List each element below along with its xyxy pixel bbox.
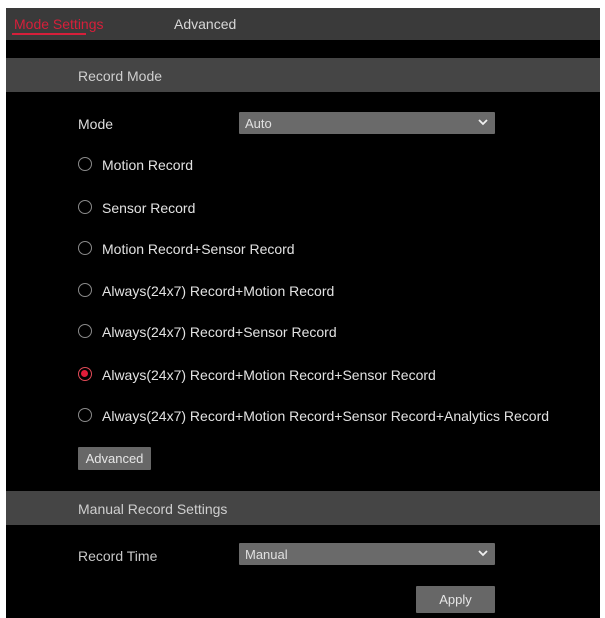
tab-mode-settings[interactable]: Mode Settings [14,16,104,32]
record-time-select[interactable]: Manual [239,543,495,565]
radio-button[interactable] [78,324,92,338]
active-tab-indicator [12,33,86,35]
record-mode-title: Record Mode [78,68,163,84]
manual-record-header: Manual Record Settings [6,491,600,525]
record-mode-option-label: Always(24x7) Record+Motion Record [102,283,335,299]
record-mode-option-label: Motion Record+Sensor Record [102,241,295,257]
radio-button[interactable] [78,157,92,171]
record-mode-option-label: Always(24x7) Record+Motion Record+Sensor… [102,367,436,383]
apply-button[interactable]: Apply [416,586,495,613]
radio-button[interactable] [78,241,92,255]
record-mode-header: Record Mode [6,58,600,92]
radio-button[interactable] [78,200,92,214]
record-time-label: Record Time [78,548,158,564]
record-mode-option-label: Motion Record [102,157,194,173]
mode-label: Mode [78,116,114,132]
manual-record-title: Manual Record Settings [78,501,228,517]
chevron-down-icon [478,550,488,557]
chevron-down-icon [478,119,488,126]
advanced-button[interactable]: Advanced [78,447,151,470]
record-time-select-value: Manual [245,547,288,562]
record-mode-option-label: Always(24x7) Record+Sensor Record [102,324,337,340]
record-mode-option-label: Always(24x7) Record+Motion Record+Sensor… [102,408,550,424]
radio-button[interactable] [78,408,92,422]
mode-select[interactable]: Auto [239,112,495,134]
radio-button[interactable] [78,367,92,381]
tab-advanced[interactable]: Advanced [174,16,236,32]
radio-button[interactable] [78,283,92,297]
record-settings-panel: Mode Settings Advanced Record Mode Mode … [6,8,600,618]
tab-bar: Mode Settings Advanced [6,8,600,40]
record-mode-option-label: Sensor Record [102,200,196,216]
mode-select-value: Auto [245,116,272,131]
